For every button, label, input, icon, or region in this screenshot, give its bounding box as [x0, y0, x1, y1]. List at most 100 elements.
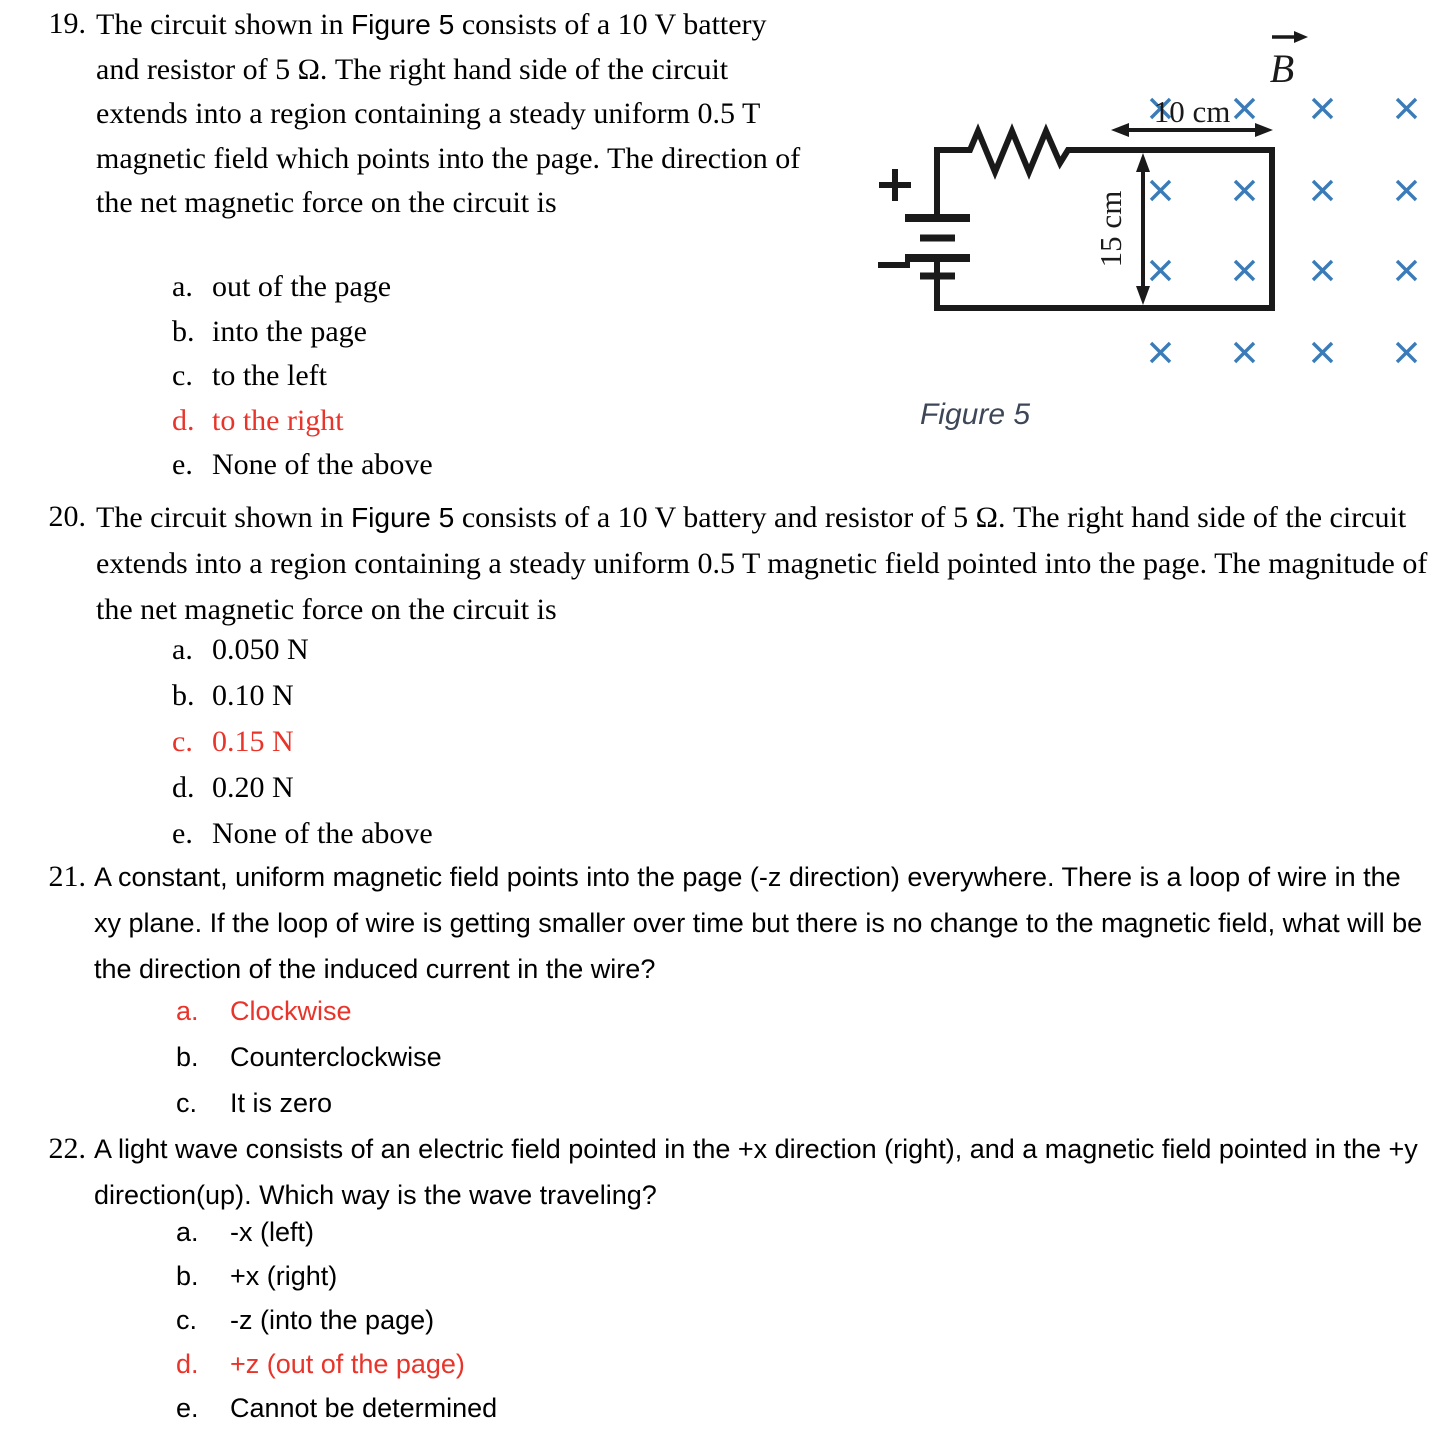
question-19-body: The circuit shown in Figure 5 consists o… — [96, 2, 804, 226]
field-marker-x — [1233, 97, 1256, 120]
height-dimension-arrow — [1136, 153, 1150, 305]
option-letter: a. — [172, 633, 193, 666]
option-text: into the page — [212, 314, 367, 348]
question-20: 20. The circuit shown in Figure 5 consis… — [34, 494, 1429, 633]
option-item[interactable]: b. Counterclockwise — [176, 1034, 796, 1080]
question-21: 21. A constant, uniform magnetic field p… — [34, 854, 1434, 992]
figure-caption: Figure 5 — [919, 398, 1031, 431]
question-22-number: 22. — [48, 1132, 87, 1165]
option-text: to the right — [212, 403, 344, 437]
option-text: It is zero — [230, 1088, 333, 1118]
question-20-stem-pre: The circuit shown in — [96, 501, 351, 534]
option-text: Cannot be determined — [230, 1393, 498, 1423]
question-22-options: a. -x (left) b. +x (right) c. -z (into the … — [176, 1210, 796, 1430]
option-letter: a. — [176, 996, 199, 1026]
option-item[interactable]: c. It is zero — [176, 1080, 796, 1126]
option-text: 0.20 N — [212, 771, 294, 804]
field-marker-x — [1311, 341, 1334, 364]
height-label: 15 cm — [1093, 191, 1128, 268]
option-text: out of the page — [212, 270, 392, 303]
question-20-number: 20. — [48, 500, 87, 533]
option-letter: d. — [172, 771, 195, 804]
field-marker-x — [1311, 97, 1334, 120]
field-marker-x — [1233, 341, 1256, 364]
option-letter: e. — [172, 448, 193, 481]
field-marker-x — [1395, 179, 1418, 202]
option-item[interactable]: e. None of the above — [172, 443, 792, 488]
option-letter: a. — [172, 270, 193, 303]
option-item-correct[interactable]: c. 0.15 N — [172, 719, 792, 765]
option-letter: d. — [172, 403, 195, 437]
question-19-stem-pre: The circuit shown in — [96, 8, 351, 41]
option-text: +z (out of the page) — [230, 1349, 465, 1379]
question-21-body: A constant, uniform magnetic field point… — [94, 854, 1434, 992]
option-text: 0.050 N — [212, 633, 309, 666]
option-text: None of the above — [212, 817, 433, 850]
field-marker-x — [1233, 259, 1256, 282]
option-letter: b. — [176, 1042, 199, 1072]
option-letter: e. — [172, 817, 193, 850]
option-item[interactable]: a. 0.050 N — [172, 627, 792, 673]
circuit-diagram: B 10 cm 15 cm — [878, 31, 1418, 364]
figure-5: B 10 cm 15 cm Figure 5 — [820, 0, 1456, 470]
field-marker-x — [1395, 341, 1418, 364]
option-item[interactable]: e. Cannot be determined — [176, 1386, 796, 1430]
option-text: Counterclockwise — [230, 1042, 442, 1072]
field-marker-x — [1311, 259, 1334, 282]
option-item[interactable]: b. into the page — [172, 310, 792, 355]
option-letter: c. — [172, 725, 193, 758]
question-22-stem: A light wave consists of an electric fie… — [94, 1134, 1418, 1210]
field-marker-x — [1149, 341, 1172, 364]
option-text: None of the above — [212, 448, 433, 481]
figure-reference: Figure 5 — [350, 501, 455, 533]
field-marker-x — [1149, 259, 1172, 282]
option-letter: e. — [176, 1393, 199, 1423]
option-item[interactable]: c. to the left — [172, 354, 792, 399]
magnetic-field-marker-grid — [1149, 97, 1418, 364]
question-20-options: a. 0.050 N b. 0.10 N c. 0.15 N d. 0.20 N e. N… — [172, 627, 792, 857]
option-item-correct[interactable]: a. Clockwise — [176, 988, 796, 1034]
question-19: 19. The circuit shown in Figure 5 consis… — [34, 2, 804, 226]
option-letter: a. — [176, 1217, 199, 1247]
question-19-options: a. out of the page b. into the page c. to t… — [172, 265, 792, 488]
option-letter: c. — [176, 1305, 198, 1335]
question-21-stem: A constant, uniform magnetic field point… — [94, 862, 1423, 984]
width-label: 10 cm — [1154, 94, 1231, 129]
question-19-number: 19. — [48, 7, 87, 40]
option-item[interactable]: a. -x (left) — [176, 1210, 796, 1254]
option-item[interactable]: c. -z (into the page) — [176, 1298, 796, 1342]
resistor-zigzag — [957, 123, 1275, 180]
question-20-body: The circuit shown in Figure 5 consists o… — [96, 494, 1429, 633]
option-letter: b. — [172, 679, 195, 712]
b-vector-arrow-icon — [1272, 31, 1308, 43]
field-marker-x — [1395, 97, 1418, 120]
option-text: 0.10 N — [212, 679, 294, 712]
option-item[interactable]: e. None of the above — [172, 811, 792, 857]
option-item[interactable]: b. 0.10 N — [172, 673, 792, 719]
option-item-correct[interactable]: d. +z (out of the page) — [176, 1342, 796, 1386]
option-letter: c. — [176, 1088, 198, 1118]
option-text: -x (left) — [230, 1217, 314, 1247]
option-item[interactable]: d. 0.20 N — [172, 765, 792, 811]
field-marker-x — [1311, 179, 1334, 202]
question-19-stem: The circuit shown in Figure 5 consists o… — [96, 2, 804, 226]
question-20-stem: The circuit shown in Figure 5 consists o… — [96, 494, 1429, 633]
option-text: Clockwise — [230, 996, 352, 1026]
field-marker-x — [1233, 179, 1256, 202]
question-22: 22. A light wave consists of an electric… — [34, 1126, 1434, 1218]
option-item-correct[interactable]: d. to the right — [172, 399, 792, 444]
option-letter: b. — [172, 314, 195, 348]
question-22-body: A light wave consists of an electric fie… — [94, 1126, 1434, 1218]
field-marker-x — [1395, 259, 1418, 282]
option-text: to the left — [212, 359, 327, 392]
question-21-number: 21. — [48, 860, 87, 893]
field-marker-x — [1149, 179, 1172, 202]
option-item[interactable]: b. +x (right) — [176, 1254, 796, 1298]
option-item[interactable]: a. out of the page — [172, 265, 792, 310]
option-text: -z (into the page) — [230, 1305, 435, 1335]
option-letter: c. — [172, 359, 193, 392]
figure-reference: Figure 5 — [350, 8, 455, 40]
magnetic-field-label: B — [1270, 46, 1294, 91]
option-text: 0.15 N — [212, 725, 294, 758]
question-21-options: a. Clockwise b. Counterclockwise c. It is z… — [176, 988, 796, 1126]
